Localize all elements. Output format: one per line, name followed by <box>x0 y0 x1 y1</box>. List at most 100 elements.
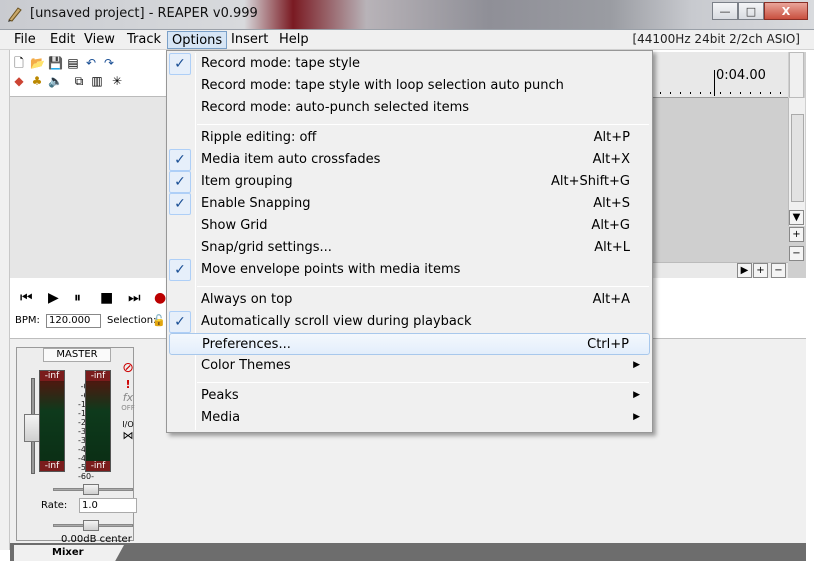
menu-edit[interactable]: Edit <box>46 31 79 49</box>
scroll-down-icon[interactable]: ▼ <box>789 210 804 225</box>
menu-item-peaks[interactable]: Peaks ▶ <box>169 385 650 407</box>
menu-item-label: Show Grid <box>201 218 268 233</box>
menu-track[interactable]: Track <box>123 31 165 49</box>
menu-item-label: Media item auto crossfades <box>201 152 381 167</box>
menu-item-color-themes[interactable]: Color Themes ▶ <box>169 355 650 377</box>
zoom-out-vertical-button[interactable]: − <box>789 246 804 261</box>
fx-button[interactable]: fx <box>119 391 137 404</box>
metronome-icon[interactable]: ◆ <box>12 74 26 88</box>
width-slider-knob[interactable] <box>83 484 99 495</box>
scroll-right-icon[interactable]: ▶ <box>737 263 752 278</box>
snap-icon[interactable]: ✳ <box>110 74 124 88</box>
project-settings-icon[interactable]: ▤ <box>66 56 80 70</box>
menu-bar: File Edit View Track Options Insert Help… <box>0 30 814 50</box>
close-button[interactable]: X <box>764 2 808 20</box>
menu-insert[interactable]: Insert <box>227 31 272 49</box>
rate-field[interactable]: 1.0 <box>79 498 137 513</box>
toolbar: 🗋 📂 💾 ▤ ↶ ↷ ◆ ♣ 🔈 ⧉ ▥ ✳ <box>10 54 166 94</box>
menu-help[interactable]: Help <box>275 31 313 49</box>
minimize-button[interactable]: — <box>712 2 738 20</box>
menu-item-label: Media <box>201 410 241 425</box>
master-channel-strip: MASTER -inf -inf -0- -6- -12- -18- -24- … <box>16 347 137 545</box>
options-menu: ✓ Record mode: tape style Record mode: t… <box>166 50 653 433</box>
menu-item-label: Always on top <box>201 292 293 307</box>
menu-file[interactable]: File <box>10 31 40 49</box>
stop-icon[interactable]: ■ <box>100 290 113 306</box>
menu-item-label: Ripple editing: off <box>201 130 317 145</box>
menu-item-shortcut: Alt+L <box>594 240 630 255</box>
bpm-field[interactable]: 120.000 <box>46 314 101 328</box>
menu-item-auto-crossfades[interactable]: ✓ Media item auto crossfades Alt+X <box>169 149 650 171</box>
ruler-subticks <box>650 92 788 94</box>
menu-item-shortcut: Alt+A <box>592 292 630 307</box>
reaper-app-icon[interactable] <box>6 5 24 23</box>
ruler-time-label: 0:04.00 <box>716 68 766 83</box>
bpm-label: BPM: <box>15 315 40 326</box>
menu-item-label: Move envelope points with media items <box>201 262 461 277</box>
mixer-tab[interactable]: Mixer <box>14 545 124 561</box>
menu-item-record-loop-punch[interactable]: Record mode: tape style with loop select… <box>169 75 650 97</box>
menu-separator <box>197 286 649 287</box>
go-to-end-icon[interactable]: ⏭ <box>128 290 141 306</box>
menu-item-ripple-editing[interactable]: Ripple editing: off Alt+P <box>169 127 650 149</box>
play-icon[interactable]: ▶ <box>48 290 59 306</box>
master-side-controls: ⊘ ! fx OFF I/O ⋈ <box>119 360 137 442</box>
save-project-icon[interactable]: 💾 <box>48 56 63 70</box>
menu-options[interactable]: Options <box>167 31 228 49</box>
menu-item-auto-scroll[interactable]: ✓ Automatically scroll view during playb… <box>169 311 650 333</box>
menu-item-label: Snap/grid settings... <box>201 240 332 255</box>
pause-icon[interactable]: ⏸ <box>74 290 81 306</box>
menu-item-shortcut: Alt+P <box>593 130 630 145</box>
menu-item-always-on-top[interactable]: Always on top Alt+A <box>169 289 650 311</box>
menu-item-shortcut: Alt+Shift+G <box>550 174 630 189</box>
record-icon[interactable]: ● <box>154 290 166 306</box>
menu-item-item-grouping[interactable]: ✓ Item grouping Alt+Shift+G <box>169 171 650 193</box>
menu-item-shortcut: Alt+X <box>592 152 630 167</box>
docker-tab-bar: Mixer <box>10 543 806 561</box>
vertical-scroll-thumb[interactable] <box>791 114 804 202</box>
speaker-icon[interactable]: 🔈 <box>48 74 63 88</box>
users-icon[interactable]: ♣ <box>30 74 44 88</box>
zoom-out-horizontal-button[interactable]: − <box>771 263 786 278</box>
go-to-start-icon[interactable]: ⏮ <box>20 290 33 306</box>
menu-item-record-auto-punch[interactable]: Record mode: auto-punch selected items <box>169 97 650 119</box>
zoom-in-vertical-button[interactable]: + <box>789 227 804 242</box>
mute-icon[interactable]: ⊘ <box>119 360 137 376</box>
timeline-ruler[interactable]: 0:04.00 <box>650 52 788 98</box>
phase-icon[interactable]: ⋈ <box>119 429 137 442</box>
grid-icon[interactable]: ▥ <box>90 74 104 88</box>
pan-slider-knob[interactable] <box>83 520 99 531</box>
menu-item-label: Item grouping <box>201 174 293 189</box>
menu-view[interactable]: View <box>80 31 119 49</box>
track-control-panel[interactable] <box>10 96 166 278</box>
routing-icon[interactable]: ⧉ <box>72 74 86 88</box>
minimize-icon: — <box>719 4 731 18</box>
undo-icon[interactable]: ↶ <box>84 56 98 70</box>
menu-item-move-envelope-points[interactable]: ✓ Move envelope points with media items <box>169 259 650 281</box>
open-project-icon[interactable]: 📂 <box>30 56 45 70</box>
close-icon: X <box>781 4 791 18</box>
title-bar: [unsaved project] - REAPER v0.999 — □ X <box>0 0 814 30</box>
redo-icon[interactable]: ↷ <box>102 56 116 70</box>
left-frame <box>0 50 10 550</box>
menu-item-record-tape[interactable]: ✓ Record mode: tape style <box>169 53 650 75</box>
menu-separator <box>197 124 649 125</box>
vertical-scrollbar[interactable] <box>788 98 805 226</box>
new-project-icon[interactable]: 🗋 <box>12 56 26 70</box>
meter-left-bottom: -inf <box>40 461 64 471</box>
lock-icon[interactable]: 🔓 <box>152 314 166 327</box>
menu-item-enable-snapping[interactable]: ✓ Enable Snapping Alt+S <box>169 193 650 215</box>
io-button[interactable]: I/O <box>119 420 137 429</box>
menu-item-label: Preferences... <box>202 337 291 352</box>
maximize-button[interactable]: □ <box>738 2 764 20</box>
menu-item-label: Enable Snapping <box>201 196 311 211</box>
menu-item-shortcut: Alt+S <box>593 196 630 211</box>
check-icon: ✓ <box>169 53 191 75</box>
menu-item-show-grid[interactable]: Show Grid Alt+G <box>169 215 650 237</box>
submenu-arrow-icon: ▶ <box>633 390 640 400</box>
menu-item-media[interactable]: Media ▶ <box>169 407 650 429</box>
menu-item-preferences[interactable]: Preferences... Ctrl+P <box>169 333 650 355</box>
menu-item-snap-grid-settings[interactable]: Snap/grid settings... Alt+L <box>169 237 650 259</box>
meter-left-peak: -inf <box>40 371 64 381</box>
zoom-in-horizontal-button[interactable]: + <box>753 263 768 278</box>
